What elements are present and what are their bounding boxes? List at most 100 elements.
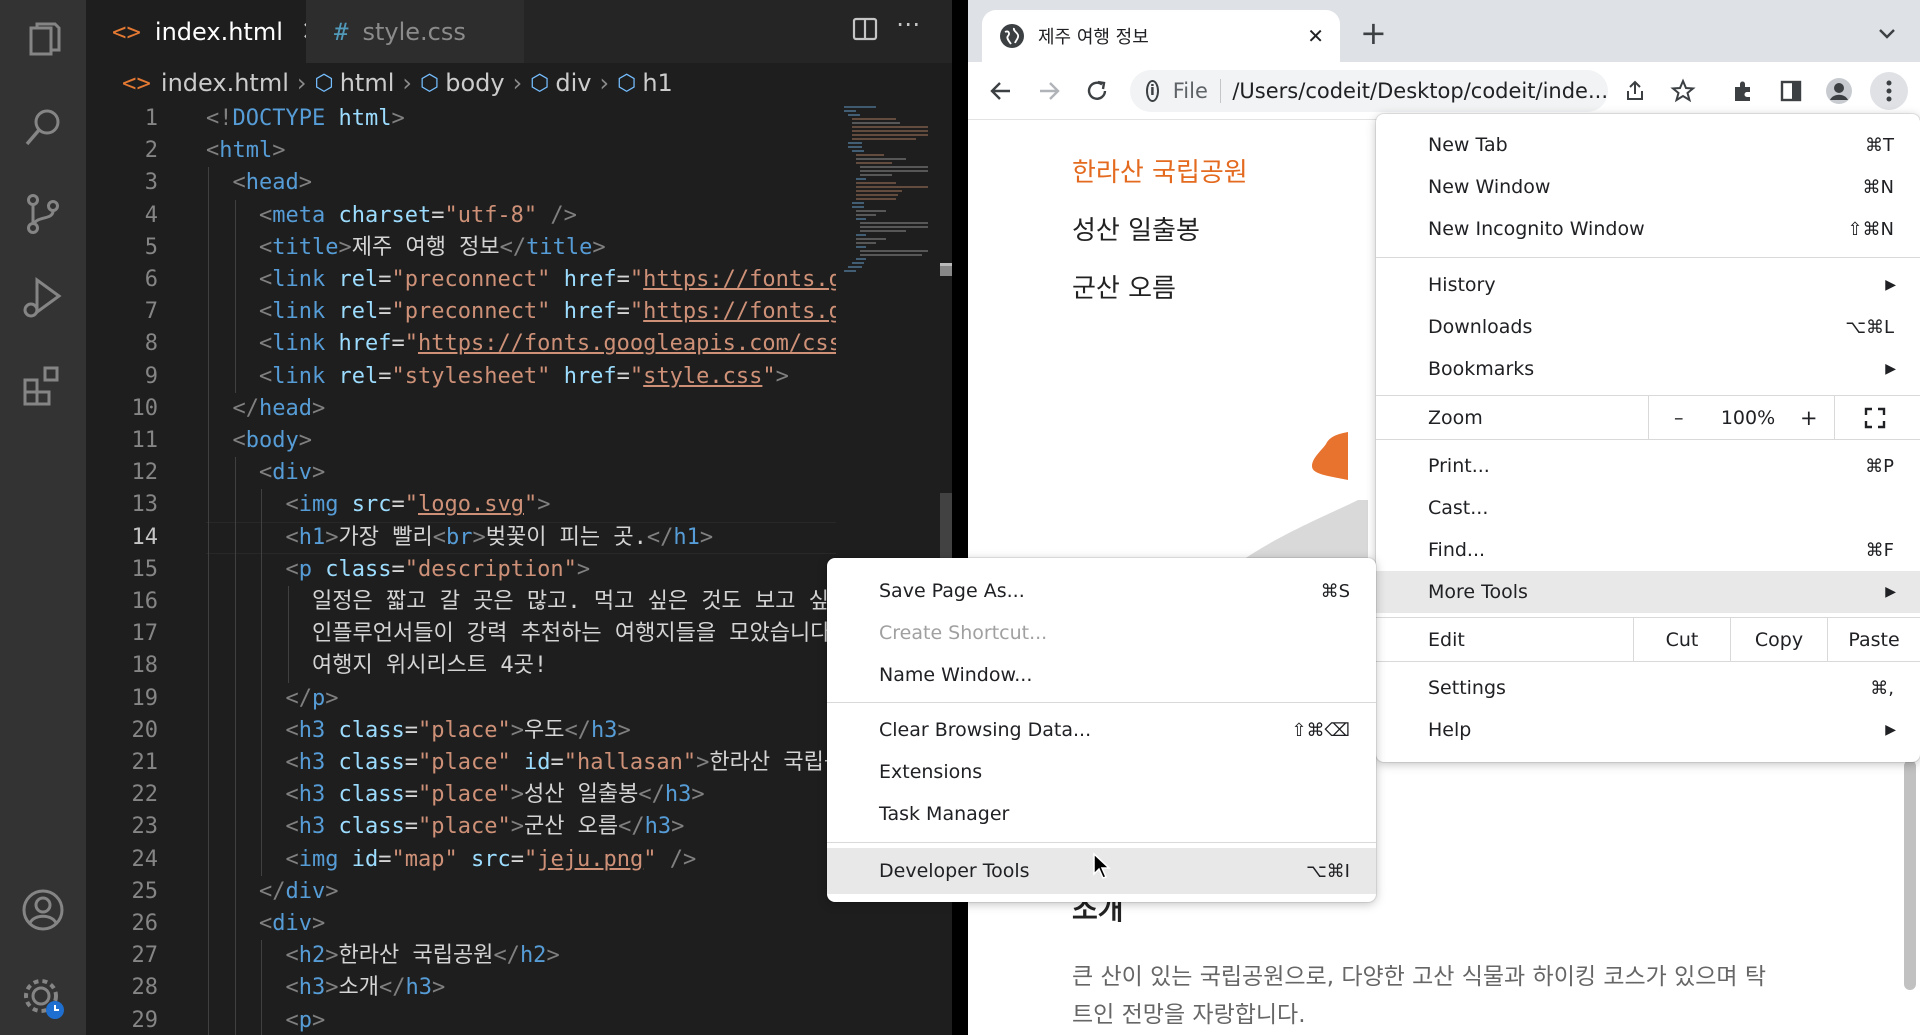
code-line[interactable]: 17 인플루언서들이 강력 추천하는 여행지들을 모았습니다. 한 xyxy=(86,618,836,651)
code-line[interactable]: 9 <link rel="stylesheet" href="style.css"… xyxy=(86,360,836,393)
code-line[interactable]: 20 <h3 class="place">우도</h3> xyxy=(86,714,836,747)
split-editor-icon[interactable] xyxy=(850,14,880,44)
code-line[interactable]: 1 <!DOCTYPE html> xyxy=(86,103,836,135)
submenu-save-page[interactable]: Save Page As... ⌘S xyxy=(827,570,1376,612)
bookmark-star-icon[interactable] xyxy=(1666,74,1700,108)
page-scrollbar-thumb[interactable] xyxy=(1904,760,1916,990)
element-icon: ⬡ xyxy=(419,70,440,96)
new-tab-plus-icon[interactable]: + xyxy=(1360,14,1387,52)
code-line[interactable]: 4 <meta charset="utf-8" /> xyxy=(86,199,836,232)
tab-index-html[interactable]: <> index.html ✕ xyxy=(86,0,323,63)
code-line[interactable]: 8 <link href="https://fonts.googleapis.co… xyxy=(86,328,836,361)
code-line[interactable]: 28 <h3>소개</h3> xyxy=(86,972,836,1005)
breadcrumb-item[interactable]: html xyxy=(340,69,395,97)
extensions-icon[interactable] xyxy=(19,362,67,410)
menu-new-incognito[interactable]: New Incognito Window ⇧⌘N xyxy=(1376,208,1920,250)
code-editor[interactable]: 1 <!DOCTYPE html> 2 <html> 3 <head> 4 <meta cha… xyxy=(86,103,836,1035)
menu-separator xyxy=(827,842,1376,843)
zoom-out-button[interactable]: – xyxy=(1674,407,1684,429)
info-icon[interactable]: i xyxy=(1146,80,1159,102)
search-icon[interactable] xyxy=(19,104,67,152)
menu-label: Edit xyxy=(1428,629,1465,651)
explorer-icon[interactable] xyxy=(19,18,67,66)
address-bar[interactable]: i File /Users/codeit/Desktop/codeit/inde… xyxy=(1130,70,1608,112)
profile-avatar-icon[interactable] xyxy=(1822,74,1856,108)
menu-help[interactable]: Help ▶ xyxy=(1376,709,1920,751)
chrome-menu-kebab-icon[interactable] xyxy=(1870,72,1908,110)
submenu-arrow-icon: ▶ xyxy=(1885,277,1896,293)
menu-cast[interactable]: Cast... xyxy=(1376,487,1920,529)
breadcrumb-item[interactable]: div xyxy=(555,69,591,97)
extensions-puzzle-icon[interactable] xyxy=(1726,74,1760,108)
code-line[interactable]: 5 <title>제주 여행 정보</title> xyxy=(86,231,836,264)
menu-settings[interactable]: Settings ⌘, xyxy=(1376,667,1920,709)
code-line[interactable]: 29 <p> xyxy=(86,1004,836,1035)
breadcrumb-item[interactable]: index.html xyxy=(161,69,289,97)
paste-button[interactable]: Paste xyxy=(1828,629,1920,651)
breadcrumb-item[interactable]: h1 xyxy=(642,69,672,97)
submenu-create-shortcut: Create Shortcut... xyxy=(827,612,1376,654)
forward-arrow-icon[interactable] xyxy=(1032,74,1066,108)
menu-bookmarks[interactable]: Bookmarks ▶ xyxy=(1376,348,1920,390)
code-line[interactable]: 26 <div> xyxy=(86,908,836,941)
account-icon[interactable] xyxy=(19,886,67,934)
code-line[interactable]: 24 <img id="map" src="jeju.png" /> xyxy=(86,843,836,876)
fullscreen-icon[interactable] xyxy=(1864,407,1886,429)
code-line[interactable]: 16 일정은 짧고 갈 곳은 많고. 먹고 싶은 것도 보고 싶은 xyxy=(86,586,836,619)
zoom-in-button[interactable]: + xyxy=(1800,406,1818,430)
more-actions-icon[interactable]: ⋯ xyxy=(896,10,926,40)
place-gunsan[interactable]: 군산 오름 xyxy=(1072,268,1176,305)
menu-more-tools[interactable]: More Tools ▶ xyxy=(1376,571,1920,613)
code-line[interactable]: 11 <body> xyxy=(86,425,836,458)
source-control-icon[interactable] xyxy=(19,190,67,238)
code-line[interactable]: 15 <p class="description"> xyxy=(86,553,836,586)
menu-print[interactable]: Print... ⌘P xyxy=(1376,445,1920,487)
back-arrow-icon[interactable] xyxy=(984,74,1018,108)
code-line[interactable]: 3 <head> xyxy=(86,167,836,200)
place-hallasan[interactable]: 한라산 국립공원 xyxy=(1072,152,1248,189)
code-line[interactable]: 18 여행지 위시리스트 4곳! xyxy=(86,650,836,683)
menu-history[interactable]: History ▶ xyxy=(1376,264,1920,306)
place-seongsan[interactable]: 성산 일출봉 xyxy=(1072,210,1200,247)
submenu-task-manager[interactable]: Task Manager xyxy=(827,793,1376,835)
settings-gear-icon[interactable] xyxy=(19,972,67,1020)
reload-icon[interactable] xyxy=(1080,74,1114,108)
code-line[interactable]: 12 <div> xyxy=(86,457,836,490)
code-line[interactable]: 14 <h1>가장 빨리<br>벚꽃이 피는 곳.</h1> xyxy=(86,521,836,554)
code-line[interactable]: 22 <h3 class="place">성산 일출봉</h3> xyxy=(86,779,836,812)
menu-new-tab[interactable]: New Tab ⌘T xyxy=(1376,124,1920,166)
submenu-clear-browsing-data[interactable]: Clear Browsing Data... ⇧⌘⌫ xyxy=(827,709,1376,751)
side-panel-icon[interactable] xyxy=(1774,74,1808,108)
code-line[interactable]: 10 </head> xyxy=(86,392,836,425)
code-line[interactable]: 6 <link rel="preconnect" href="https://fo… xyxy=(86,264,836,297)
code-line[interactable]: 7 <link rel="preconnect" href="https://fo… xyxy=(86,296,836,329)
menu-downloads[interactable]: Downloads ⌥⌘L xyxy=(1376,306,1920,348)
code-text: <html> xyxy=(206,138,286,164)
code-line[interactable]: 27 <h2>한라산 국립공원</h2> xyxy=(86,940,836,973)
indent-guide xyxy=(261,1004,262,1035)
submenu-name-window[interactable]: Name Window... xyxy=(827,654,1376,696)
cut-button[interactable]: Cut xyxy=(1634,629,1730,651)
menu-label: Print... xyxy=(1428,455,1490,477)
code-line[interactable]: 23 <h3 class="place">군산 오름</h3> xyxy=(86,811,836,844)
tab-label: style.css xyxy=(362,17,466,46)
code-line[interactable]: 25 </div> xyxy=(86,875,836,908)
code-text: <img src="logo.svg"> xyxy=(285,492,551,518)
code-line[interactable]: 13 <img src="logo.svg"> xyxy=(86,489,836,522)
submenu-extensions[interactable]: Extensions xyxy=(827,751,1376,793)
code-line[interactable]: 19 </p> xyxy=(86,682,836,715)
menu-find[interactable]: Find... ⌘F xyxy=(1376,529,1920,571)
chrome-tab[interactable]: 제주 여행 정보 ✕ xyxy=(982,10,1340,62)
code-line[interactable]: 2 <html> xyxy=(86,135,836,167)
code-line[interactable]: 21 <h3 class="place" id="hallasan">한라산 국립… xyxy=(86,747,836,780)
run-debug-icon[interactable] xyxy=(19,274,67,322)
tab-style-css[interactable]: # style.css xyxy=(306,0,524,63)
menu-new-window[interactable]: New Window ⌘N xyxy=(1376,166,1920,208)
copy-button[interactable]: Copy xyxy=(1731,629,1827,651)
close-tab-icon[interactable]: ✕ xyxy=(1307,24,1324,48)
indent-guide xyxy=(261,650,262,683)
share-icon[interactable] xyxy=(1618,74,1652,108)
breadcrumb-item[interactable]: body xyxy=(445,69,504,97)
address-scheme: File xyxy=(1172,79,1208,103)
tab-search-chevron-icon[interactable] xyxy=(1876,22,1898,44)
